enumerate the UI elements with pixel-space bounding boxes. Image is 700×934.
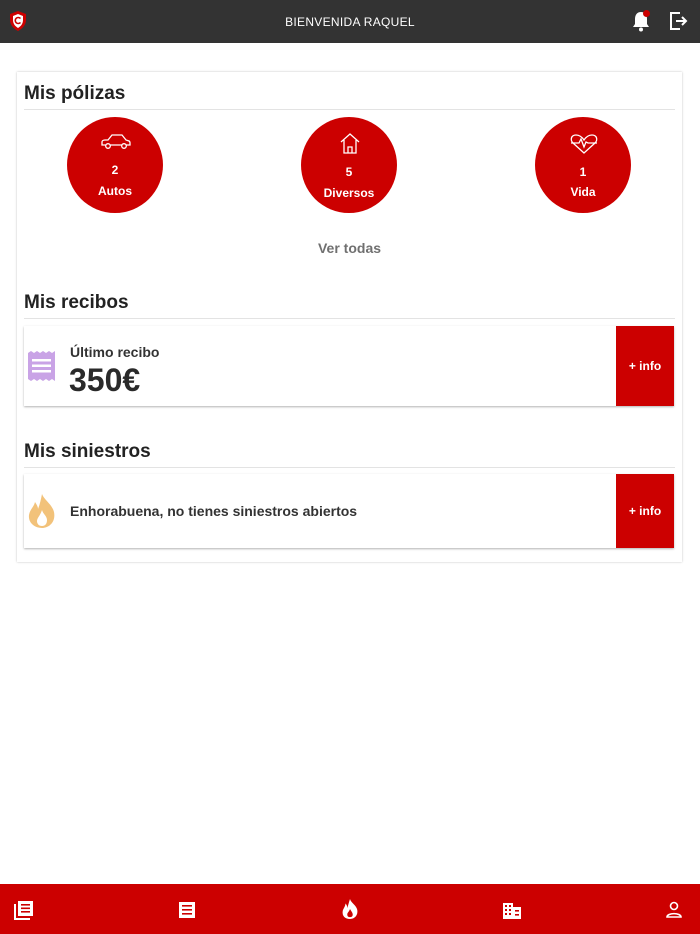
shield-logo-icon[interactable] xyxy=(8,10,28,32)
divider xyxy=(24,318,675,319)
logout-icon[interactable] xyxy=(668,11,688,31)
claims-info-button[interactable]: + info xyxy=(616,474,674,548)
policy-count: 2 xyxy=(111,163,119,177)
heartbeat-icon xyxy=(570,134,598,154)
page-title: BIENVENIDA RAQUEL xyxy=(285,14,415,29)
policy-label: Autos xyxy=(98,184,132,198)
policy-autos[interactable]: 2 Autos xyxy=(67,117,163,213)
user-icon[interactable] xyxy=(664,900,684,920)
divider xyxy=(24,467,675,468)
policy-label: Diversos xyxy=(323,186,375,200)
car-icon xyxy=(101,134,131,149)
claims-title: Mis siniestros xyxy=(24,441,151,462)
receipt-amount: 350€ xyxy=(69,362,141,398)
receipt-info-button[interactable]: + info xyxy=(616,326,674,406)
building-icon[interactable] xyxy=(502,900,522,920)
view-all-link[interactable]: Ver todas xyxy=(17,240,682,256)
divider xyxy=(24,109,675,110)
notification-dot xyxy=(643,10,650,17)
policy-label: Vida xyxy=(570,185,596,199)
fire-icon xyxy=(28,494,55,528)
fire-nav-icon[interactable] xyxy=(340,899,360,919)
claims-message: Enhorabuena, no tienes siniestros abiert… xyxy=(70,503,358,519)
policy-count: 1 xyxy=(579,165,587,179)
receipt-nav-icon[interactable] xyxy=(177,900,197,920)
receipts-title: Mis recibos xyxy=(24,292,129,313)
policy-vida[interactable]: 1 Vida xyxy=(535,117,631,213)
last-receipt-label: Último recibo xyxy=(70,344,160,360)
top-bar: BIENVENIDA RAQUEL xyxy=(0,0,700,43)
policy-count: 5 xyxy=(345,165,353,179)
receipt-icon xyxy=(28,351,55,381)
receipt-card[interactable]: Último recibo 350€ + info xyxy=(24,326,674,406)
house-icon xyxy=(340,133,360,154)
policy-diversos[interactable]: 5 Diversos xyxy=(301,117,397,213)
claims-card[interactable]: Enhorabuena, no tienes siniestros abiert… xyxy=(24,474,674,548)
bottom-nav xyxy=(0,884,700,934)
policies-title: Mis pólizas xyxy=(24,83,126,104)
dashboard-card: Mis pólizas 2 Autos 5 Diversos 1 Vida Ve… xyxy=(17,72,682,562)
news-icon[interactable] xyxy=(14,900,34,920)
